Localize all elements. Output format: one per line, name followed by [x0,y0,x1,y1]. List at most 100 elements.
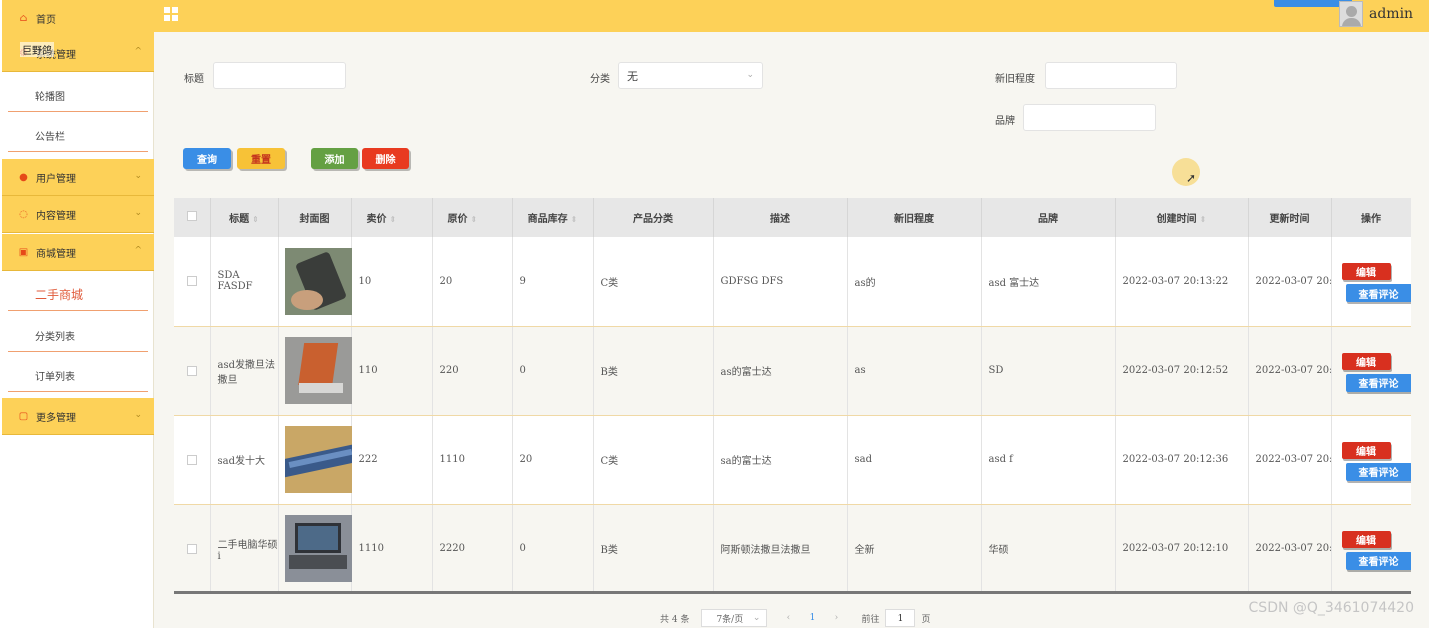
search-button[interactable]: 查询 [183,148,231,169]
select-all-header[interactable] [174,198,211,237]
cover-cell [278,326,352,416]
condition-cell: as [847,326,982,416]
condition-filter-input[interactable] [1045,62,1177,89]
row-checkbox[interactable] [186,543,197,554]
view-comments-button[interactable]: 查看评论 [1345,462,1411,481]
next-page-button[interactable]: › [825,613,847,623]
edit-button[interactable]: 编辑 [1341,441,1391,459]
sidebar-item-label: 分类列表 [35,331,75,343]
product-thumbnail[interactable] [284,515,352,582]
condition-cell: sad [847,415,982,505]
chevron-down-icon: ⌄ [134,208,142,218]
column-header-updated[interactable]: 更新时间 [1248,198,1332,237]
view-comments-button[interactable]: 查看评论 [1345,373,1411,392]
view-comments-button[interactable]: 查看评论 [1345,284,1411,302]
sidebar-item-notice[interactable]: 公告栏 [8,119,148,152]
user-icon: ● [19,171,28,183]
goto-page-input[interactable]: 1 [885,609,916,627]
category-cell: B类 [593,504,714,591]
column-header-actions: 操作 [1331,198,1411,237]
sidebar-item-shop[interactable]: ▣ 商城管理 ^ [2,234,154,271]
add-button[interactable]: 添加 [311,148,358,169]
page-size-select[interactable]: 7条/页 ⌄ [701,609,768,627]
cover-cell [278,504,352,591]
sidebar-item-label: 轮播图 [35,91,65,103]
delete-button[interactable]: 删除 [362,148,409,169]
overlay-label: 巨野鸽 [20,42,54,57]
column-header-label: 标题 [229,214,250,225]
row-checkbox[interactable] [186,365,197,376]
sidebar-item-home[interactable]: ⌂ 首页 [2,0,154,37]
sidebar-item-label: 二手商城 [35,287,84,302]
sort-icon[interactable]: ⇕ [571,214,578,224]
prev-page-button[interactable]: ‹ [777,613,799,623]
column-header-label: 创建时间 [1156,214,1197,225]
original-price-cell: 220 [432,326,513,416]
title-filter-label: 标题 [184,74,204,85]
row-checkbox[interactable] [186,454,197,465]
sort-icon[interactable]: ⇕ [390,214,397,224]
edit-button[interactable]: 编辑 [1341,530,1391,548]
cover-cell [278,237,352,327]
column-header-brand: 品牌 [981,198,1116,237]
price-cell: 10 [351,237,433,327]
title-cell: asd发撒旦法撒旦 [210,326,279,416]
sidebar-item-label: 商城管理 [36,248,76,260]
title-filter-input[interactable] [213,62,346,89]
column-header-stock[interactable]: 商品库存 ⇕ [512,198,594,237]
edit-button[interactable]: 编辑 [1341,263,1391,280]
watermark: CSDN @Q_3461074420 [1248,600,1414,616]
row-select-cell[interactable] [174,504,211,591]
category-filter-value: 无 [627,69,638,83]
edit-button[interactable]: 编辑 [1341,352,1391,370]
grid-menu-icon[interactable] [164,7,178,21]
product-thumbnail[interactable] [284,247,352,315]
column-header-title[interactable]: 标题 ⇕ [210,198,279,237]
row-select-cell[interactable] [174,415,211,505]
brand-cell: SD [981,326,1116,416]
view-comments-button[interactable]: 查看评论 [1345,551,1411,570]
sort-icon[interactable]: ⇕ [252,214,259,224]
select-all-checkbox[interactable] [186,211,197,221]
chevron-up-icon: ^ [134,246,142,256]
sidebar-item-content[interactable]: ◌ 内容管理 ⌄ [2,196,154,233]
column-header-original-price[interactable]: 原价 ⇕ [432,198,513,237]
home-icon: ⌂ [19,12,28,24]
row-checkbox[interactable] [186,276,197,287]
column-header-price[interactable]: 卖价 ⇕ [351,198,433,237]
category-cell: C类 [593,415,714,505]
original-price-cell: 2220 [432,504,513,591]
sidebar-item-label: 订单列表 [35,371,75,383]
stock-cell: 20 [512,415,594,505]
updated-cell: 2022-03-07 20:12 [1248,326,1332,416]
sort-icon[interactable]: ⇕ [1200,214,1207,224]
row-select-cell[interactable] [174,237,211,327]
table-row: asd发撒旦法撒旦 110 220 0 B类 as的富士达 as SD 2022… [174,326,1411,416]
condition-filter-label: 新旧程度 [995,74,1035,85]
brand-filter-input[interactable] [1023,104,1156,131]
username: admin [1369,6,1414,22]
sidebar-item-secondhand[interactable]: 二手商城 [8,278,148,311]
column-header-created[interactable]: 创建时间 ⇕ [1115,198,1249,237]
sidebar-item-carousel[interactable]: 轮播图 [8,79,148,112]
updated-cell: 2022-03-07 20:20 [1248,237,1332,327]
price-cell: 110 [351,326,433,416]
reset-button[interactable]: 重置 [237,148,285,169]
table-row: 二手电脑华硕i 1110 2220 0 B类 阿斯顿法撒旦法撒旦 全新 华硕 2… [174,504,1411,591]
category-filter-select[interactable]: 无 ⌄ [618,62,763,89]
column-header-cover: 封面图 [278,198,352,237]
sidebar-item-users[interactable]: ● 用户管理 ⌄ [2,159,154,196]
sidebar-item-category-list[interactable]: 分类列表 [8,319,148,352]
column-header-label: 卖价 [366,214,387,225]
product-thumbnail[interactable] [284,426,352,493]
page-number[interactable]: 1 [799,609,825,627]
column-header-description: 描述 [713,198,848,237]
sidebar-item-more[interactable]: ▢ 更多管理 ⌄ [2,398,154,435]
product-thumbnail[interactable] [284,337,352,404]
sidebar-item-order-list[interactable]: 订单列表 [8,359,148,392]
category-cell: C类 [593,237,714,327]
user-menu[interactable]: admin [1339,0,1429,28]
sort-icon[interactable]: ⇕ [471,214,478,224]
row-select-cell[interactable] [174,326,211,416]
product-table: 标题 ⇕ 封面图 卖价 ⇕ 原价 ⇕ 商品库存 ⇕ 产品分类 描述 新旧程度 品牌 创建… [174,198,1411,594]
